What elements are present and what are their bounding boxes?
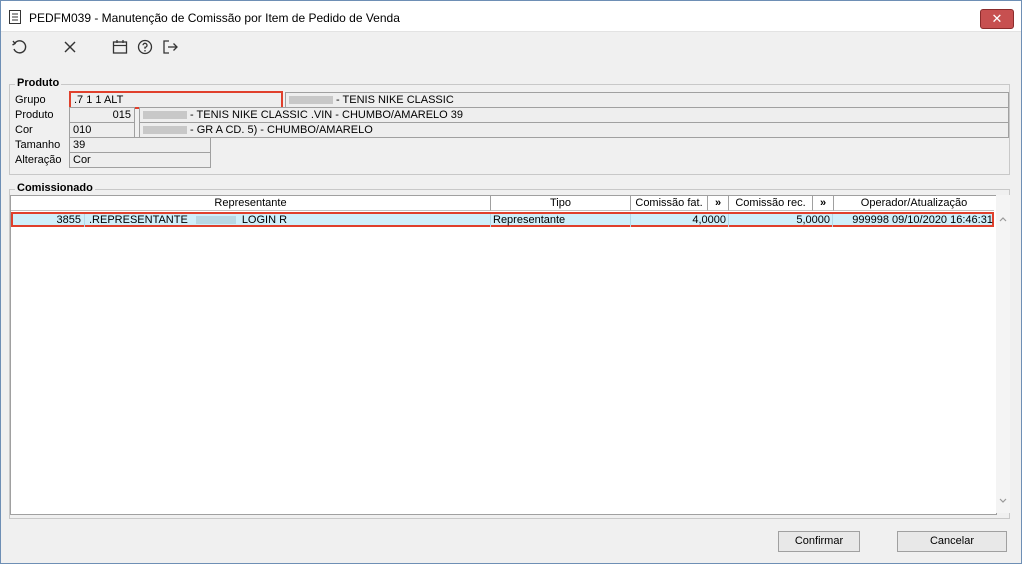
toolbar bbox=[1, 32, 1021, 64]
comissao-fat-expand-button[interactable]: » bbox=[708, 196, 729, 211]
alteracao-label: Alteração bbox=[15, 154, 62, 166]
window-title: PEDFM039 - Manutenção de Comissão por It… bbox=[29, 11, 400, 25]
scroll-down-icon[interactable] bbox=[998, 497, 1008, 505]
grupo-description-field: - TENIS NIKE CLASSIC bbox=[285, 92, 1009, 108]
cor-description-field: - GR A CD. 5) - CHUMBO/AMARELO bbox=[139, 122, 1009, 138]
exit-icon[interactable] bbox=[161, 38, 179, 56]
comissao-fat-cell[interactable]: 4,0000 bbox=[631, 214, 729, 227]
column-header-comissao-fat[interactable]: Comissão fat. bbox=[631, 196, 708, 211]
comissao-rec-expand-button[interactable]: » bbox=[813, 196, 834, 211]
alteracao-field[interactable]: Cor bbox=[69, 152, 211, 168]
column-header-representante[interactable]: Representante bbox=[11, 196, 491, 211]
column-header-tipo[interactable]: Tipo bbox=[491, 196, 631, 211]
window-close-button[interactable]: ✕ bbox=[980, 9, 1014, 29]
atualizacao-cell: 09/10/2020 16:46:31 bbox=[892, 214, 993, 226]
scroll-up-icon[interactable] bbox=[998, 215, 1008, 223]
comissionado-table[interactable]: Representante Tipo Comissão fat. » Comis… bbox=[10, 195, 997, 515]
produto-section-label: Produto bbox=[15, 77, 62, 89]
table-row[interactable]: 3855 .REPRESENTANTE LOGIN R Representante… bbox=[11, 212, 994, 227]
vertical-scrollbar[interactable] bbox=[996, 195, 1010, 513]
produto-label: Produto bbox=[15, 109, 54, 121]
help-icon[interactable] bbox=[136, 38, 154, 56]
grupo-label: Grupo bbox=[15, 94, 46, 106]
produto-description-field: - TENIS NIKE CLASSIC .VIN - CHUMBO/AMARE… bbox=[139, 107, 1009, 123]
representante-name: .REPRESENTANTE bbox=[89, 214, 188, 226]
grupo-description-text: - TENIS NIKE CLASSIC bbox=[336, 94, 454, 106]
representante-cell: .REPRESENTANTE LOGIN R bbox=[87, 214, 491, 227]
representante-suffix: LOGIN R bbox=[241, 214, 288, 226]
cor-field[interactable]: 010 bbox=[69, 122, 135, 138]
confirmar-button[interactable]: Confirmar bbox=[778, 531, 860, 552]
column-header-comissao-rec[interactable]: Comissão rec. bbox=[729, 196, 813, 211]
refresh-icon[interactable] bbox=[10, 38, 28, 56]
comissionado-section-label: Comissionado bbox=[15, 182, 95, 194]
operador-cell: 999998 bbox=[852, 214, 889, 226]
cor-label: Cor bbox=[15, 124, 33, 136]
cancelar-button[interactable]: Cancelar bbox=[897, 531, 1007, 552]
tamanho-field[interactable]: 39 bbox=[69, 137, 211, 153]
comissao-rec-cell[interactable]: 5,0000 bbox=[729, 214, 833, 227]
column-header-operador[interactable]: Operador/Atualização bbox=[834, 196, 994, 211]
close-icon[interactable] bbox=[61, 38, 79, 56]
title-bar: PEDFM039 - Manutenção de Comissão por It… bbox=[1, 1, 1021, 32]
produto-description-text: - TENIS NIKE CLASSIC .VIN - CHUMBO/AMARE… bbox=[190, 109, 464, 121]
produto-code-field[interactable]: 015 bbox=[69, 107, 135, 123]
main-window: PEDFM039 - Manutenção de Comissão por It… bbox=[0, 0, 1022, 564]
document-icon bbox=[9, 10, 21, 24]
codigo-cell: 3855 bbox=[13, 214, 85, 227]
tamanho-label: Tamanho bbox=[15, 139, 61, 151]
calendar-icon[interactable] bbox=[111, 38, 129, 56]
tipo-cell: Representante bbox=[491, 214, 631, 227]
cor-description-text: - GR A CD. 5) - CHUMBO/AMARELO bbox=[190, 124, 373, 136]
